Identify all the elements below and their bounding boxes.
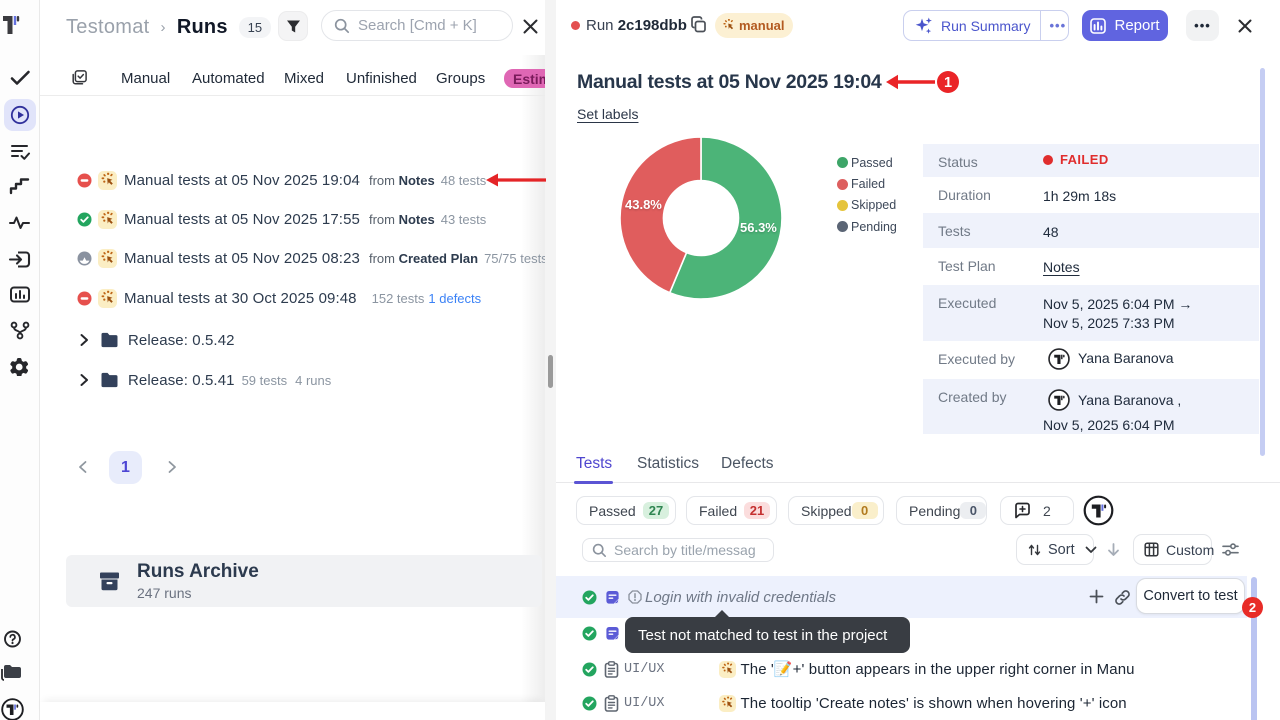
svg-text:1: 1 (944, 75, 952, 91)
